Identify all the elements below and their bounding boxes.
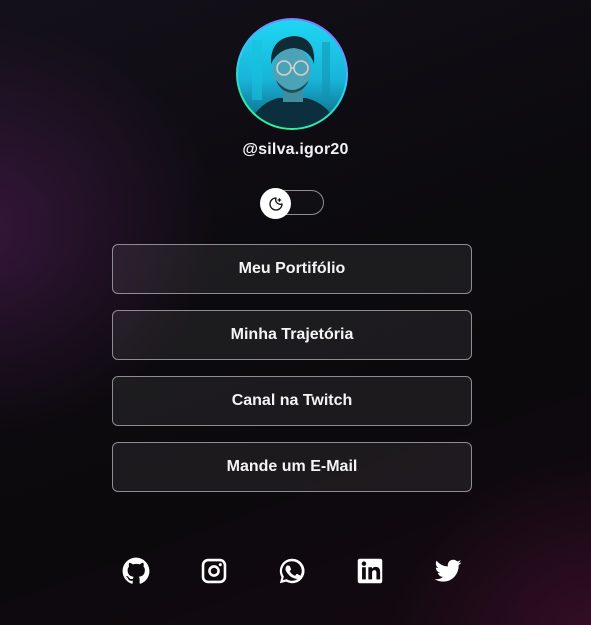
page: @silva.igor20 Meu Portifólio Minha Traje… — [0, 0, 591, 625]
link-list: Meu Portifólio Minha Trajetória Canal na… — [112, 244, 472, 508]
twitter-icon — [434, 559, 462, 582]
whatsapp-link[interactable] — [277, 556, 307, 586]
theme-toggle[interactable] — [260, 188, 324, 219]
theme-toggle-knob[interactable] — [260, 188, 291, 219]
linkedin-link[interactable] — [355, 556, 385, 586]
whatsapp-icon — [279, 558, 305, 584]
avatar-portrait-image — [248, 36, 338, 128]
link-button-trajectory[interactable]: Minha Trajetória — [112, 310, 472, 360]
social-links — [0, 556, 591, 586]
avatar — [238, 20, 346, 128]
link-button-portfolio[interactable]: Meu Portifólio — [112, 244, 472, 294]
link-button-twitch[interactable]: Canal na Twitch — [112, 376, 472, 426]
instagram-link[interactable] — [199, 556, 229, 586]
linkedin-icon — [357, 558, 383, 584]
moon-sun-icon — [268, 196, 283, 211]
github-link[interactable] — [121, 556, 151, 586]
avatar-ring — [236, 18, 348, 130]
link-button-email[interactable]: Mande um E-Mail — [112, 442, 472, 492]
instagram-icon — [201, 558, 227, 584]
username: @silva.igor20 — [242, 141, 349, 158]
twitter-link[interactable] — [433, 556, 463, 586]
github-icon — [122, 557, 150, 584]
